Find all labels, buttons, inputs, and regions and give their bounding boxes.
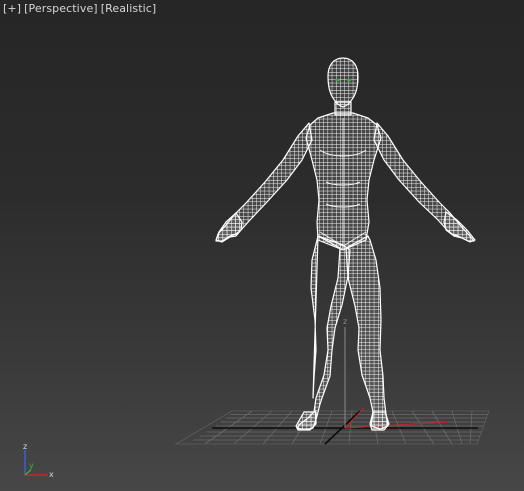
viewport-scene[interactable]: z z x y — [0, 0, 524, 491]
model-leg-left — [296, 235, 351, 431]
tripod-y-label: y — [29, 461, 34, 470]
viewport-menu-button[interactable]: [+] — [3, 2, 21, 15]
world-axis-tripod: z x y — [23, 442, 54, 479]
viewport-shading-button[interactable]: [Realistic] — [101, 2, 157, 15]
perspective-viewport[interactable]: [+] [Perspective] [Realistic] z z x y — [0, 0, 524, 491]
viewport-label: [+] [Perspective] [Realistic] — [3, 2, 156, 15]
tripod-z-label: z — [23, 442, 27, 451]
pivot-x-axis — [344, 421, 449, 429]
model-hand-right — [443, 211, 476, 243]
model-head — [327, 57, 359, 108]
pivot-z-label: z — [343, 317, 347, 326]
tripod-x-label: x — [49, 470, 54, 479]
tripod-y-axis — [24, 469, 32, 476]
model-leg-right — [345, 235, 389, 430]
model-foot-right — [369, 411, 390, 431]
model-hand-left — [215, 212, 243, 243]
viewport-view-button[interactable]: [Perspective] — [24, 2, 98, 15]
